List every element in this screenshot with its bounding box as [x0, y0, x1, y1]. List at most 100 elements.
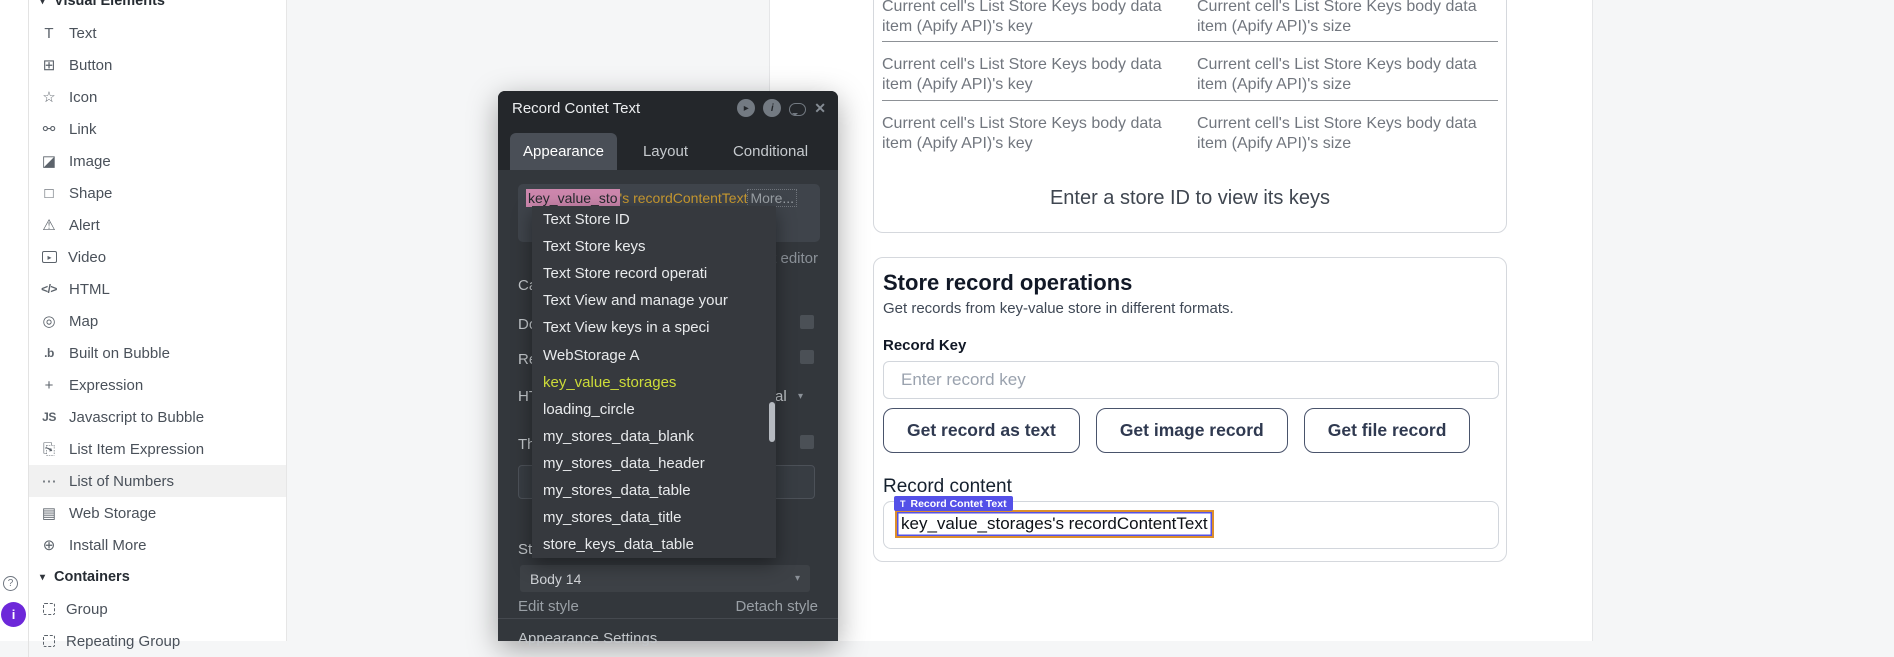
dropdown-item-my_stores_data_blank[interactable]: my_stores_data_blank	[532, 423, 776, 450]
checkbox[interactable]	[800, 350, 814, 364]
selected-text-element[interactable]: key_value_storages's recordContentText	[895, 510, 1214, 538]
palette-item-label: Javascript to Bubble	[69, 409, 204, 426]
checkbox[interactable]	[800, 435, 814, 449]
group-icon	[43, 603, 55, 615]
intercom-chat-icon[interactable]: i	[1, 602, 26, 627]
clipboard-icon: ⎘	[40, 441, 58, 458]
palette-item-alert[interactable]: ⚠Alert	[29, 209, 286, 241]
operations-subtitle: Get records from key-value store in diff…	[883, 300, 1234, 317]
palette-item-group[interactable]: Group	[29, 593, 286, 625]
palette-item-label: Group	[66, 601, 108, 618]
get-file-record-button[interactable]: Get file record	[1304, 408, 1471, 453]
panel-header: Record Contet Text ▸ i ✕ Appearance Layo…	[498, 91, 838, 170]
help-icon[interactable]: ?	[3, 576, 18, 591]
store-record-operations-card: Store record operations Get records from…	[873, 257, 1507, 562]
record-key-label: Record Key	[883, 337, 966, 354]
text-icon: T	[40, 25, 58, 42]
selected-element-badge-label: Record Contet Text	[911, 498, 1007, 510]
get-record-as-text-button[interactable]: Get record as text	[883, 408, 1080, 453]
text-element-icon: T	[900, 499, 906, 509]
palette-item-list-item-expression[interactable]: ⎘List Item Expression	[29, 433, 286, 465]
expression-rest[interactable]: 's recordContentText	[620, 190, 748, 206]
get-image-record-button[interactable]: Get image record	[1096, 408, 1288, 453]
checkbox[interactable]	[800, 315, 814, 329]
dropdown-item-text-store-record-operati[interactable]: Text Store record operati	[532, 260, 776, 287]
dropdown-item-loading_circle[interactable]: loading_circle	[532, 396, 776, 423]
selected-expression-token[interactable]: key_value_sto	[526, 189, 620, 207]
button-icon: ⊞	[40, 56, 58, 74]
palette-item-label: Icon	[69, 89, 97, 106]
panel-divider	[498, 618, 838, 619]
detach-style-link[interactable]: Detach style	[735, 598, 818, 615]
palette-item-video[interactable]: ▸ Video	[29, 241, 286, 273]
palette-item-label: Image	[69, 153, 111, 170]
section-header[interactable]: ▾ Visual Elements	[29, 0, 286, 17]
palette-item-label: Alert	[69, 217, 100, 234]
palette-item-expression[interactable]: + Expression	[29, 369, 286, 401]
record-buttons-row: Get record as text Get image record Get …	[883, 408, 1470, 453]
appearance-settings-heading: Appearance Settings	[518, 630, 657, 647]
tab-layout[interactable]: Layout	[628, 133, 703, 170]
ellipsis-icon: ⋯	[40, 472, 58, 490]
repeating-group-icon	[43, 635, 55, 647]
dropdown-item-webstorage-a[interactable]: WebStorage A	[532, 341, 776, 368]
palette-item-icon[interactable]: ☆Icon	[29, 81, 286, 113]
palette-item-html[interactable]: </>HTML	[29, 273, 286, 305]
autocomplete-dropdown: Text Store IDText Store keysText Store r…	[532, 206, 776, 558]
bubble-logo-icon: .b	[40, 346, 58, 360]
section-label: Visual Elements	[54, 0, 165, 9]
palette-item-shape[interactable]: □Shape	[29, 177, 286, 209]
dropdown-scrollbar-thumb[interactable]	[769, 402, 775, 442]
palette-item-label: Expression	[69, 377, 143, 394]
comment-icon[interactable]	[789, 103, 806, 116]
palette-item-button[interactable]: ⊞Button	[29, 49, 286, 81]
dropdown-item-text-store-id[interactable]: Text Store ID	[532, 206, 776, 233]
palette-item-javascript-to-bubble[interactable]: JSJavascript to Bubble	[29, 401, 286, 433]
palette-item-text[interactable]: TText	[29, 17, 286, 49]
dropdown-item-text-view-keys-in-a-speci[interactable]: Text View keys in a speci	[532, 314, 776, 341]
dropdown-item-store_keys_data_table[interactable]: store_keys_data_table	[532, 531, 776, 558]
collapse-triangle-icon: ▾	[40, 572, 45, 583]
alignment-select-value-partial[interactable]: al	[775, 388, 787, 405]
palette-item-web-storage[interactable]: ▤Web Storage	[29, 497, 286, 529]
plus-icon: +	[40, 377, 58, 394]
tab-appearance[interactable]: Appearance	[510, 133, 617, 170]
collapse-triangle-icon: ▾	[40, 0, 45, 7]
palette-item-label: Repeating Group	[66, 633, 180, 650]
more-operators-button[interactable]: More...	[747, 189, 797, 207]
dropdown-item-my_stores_data_table[interactable]: my_stores_data_table	[532, 477, 776, 504]
section-label: Containers	[54, 569, 130, 585]
run-preview-icon[interactable]: ▸	[737, 99, 755, 117]
record-key-input[interactable]	[883, 361, 1499, 399]
style-select[interactable]: Body 14 ▾	[520, 565, 810, 592]
palette-item-repeating-group[interactable]: Repeating Group	[29, 625, 286, 657]
dropdown-item-text-store-keys[interactable]: Text Store keys	[532, 233, 776, 260]
operations-title: Store record operations	[883, 270, 1132, 296]
dropdown-item-my_stores_data_header[interactable]: my_stores_data_header	[532, 450, 776, 477]
key-cell-text: Current cell's List Store Keys body data…	[882, 0, 1194, 36]
section-header[interactable]: ▾ Containers	[29, 561, 286, 593]
dropdown-item-my_stores_data_title[interactable]: my_stores_data_title	[532, 504, 776, 531]
palette-item-image[interactable]: ◪Image	[29, 145, 286, 177]
palette-item-label: Install More	[69, 537, 147, 554]
tab-conditional[interactable]: Conditional	[723, 133, 818, 170]
palette-item-built-on-bubble[interactable]: .b Built on Bubble	[29, 337, 286, 369]
palette-item-map[interactable]: ◎Map	[29, 305, 286, 337]
close-icon[interactable]: ✕	[814, 100, 826, 117]
palette-item-label: Shape	[69, 185, 112, 202]
link-icon: ⚯	[40, 120, 58, 138]
palette-item-link[interactable]: ⚯Link	[29, 113, 286, 145]
palette-item-label: Video	[68, 249, 106, 266]
info-icon[interactable]: i	[763, 99, 781, 117]
palette-item-label: HTML	[69, 281, 110, 298]
dropdown-item-key_value_storages[interactable]: key_value_storages	[532, 369, 776, 396]
video-icon: ▸	[42, 251, 57, 263]
palette-item-install-more[interactable]: ⊕Install More	[29, 529, 286, 561]
row-separator	[882, 100, 1498, 101]
palette-item-label: Built on Bubble	[69, 345, 170, 362]
key-cell-text: Current cell's List Store Keys body data…	[882, 114, 1194, 153]
edit-style-link[interactable]: Edit style	[518, 598, 579, 615]
palette-item-list-of-numbers[interactable]: ⋯List of Numbers	[29, 465, 286, 497]
dropdown-item-text-view-and-manage-your[interactable]: Text View and manage your	[532, 287, 776, 314]
property-editor-panel: Record Contet Text ▸ i ✕ Appearance Layo…	[498, 91, 838, 641]
